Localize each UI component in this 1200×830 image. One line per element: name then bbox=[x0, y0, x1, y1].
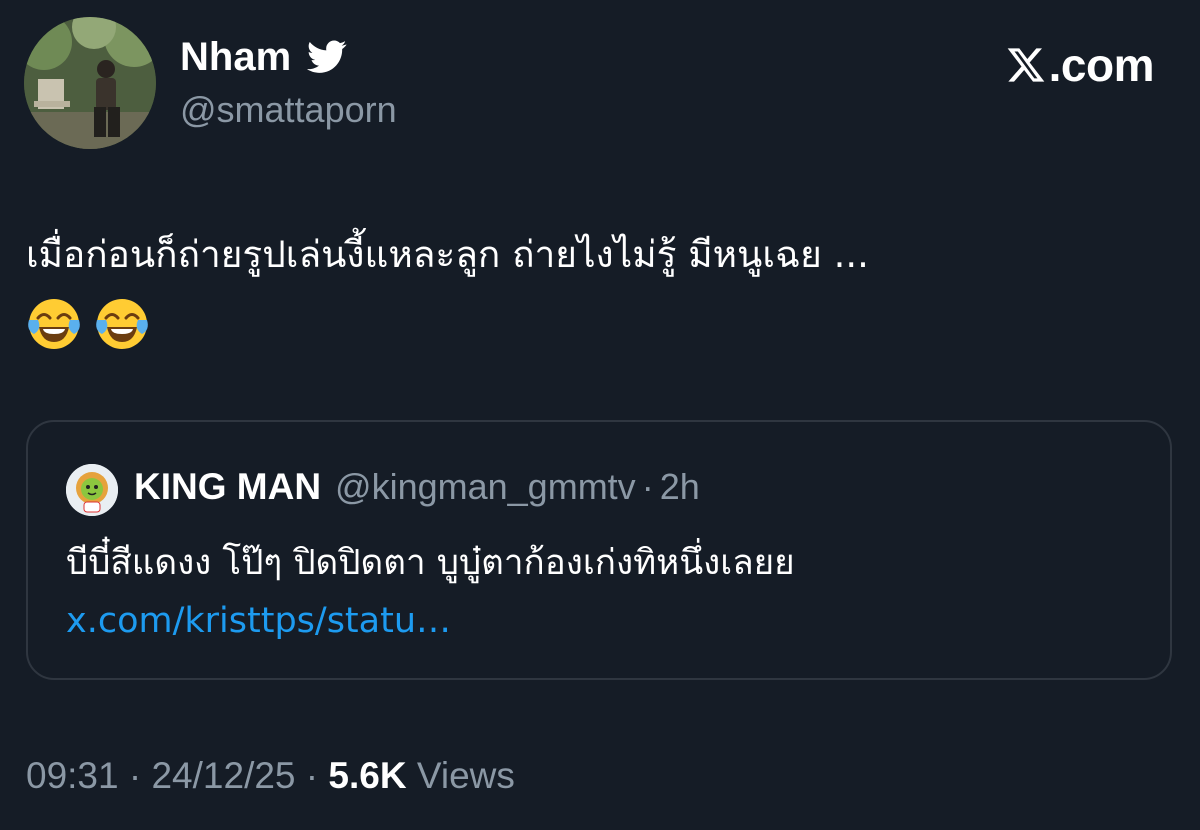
meta-separator: · bbox=[305, 755, 319, 796]
author-display-name[interactable]: Nham bbox=[180, 34, 291, 80]
views-label: Views bbox=[416, 755, 515, 796]
quoted-separator: · bbox=[641, 466, 654, 507]
tweet-body-text: เมื่อก่อนก็ถ่ายรูปเล่นงี้แหละลูก ถ่ายไงไ… bbox=[26, 233, 869, 276]
quoted-tweet-text: บีบี๋สีแดงง โป๊ๆ ปิดปิดตา บูบู๋ตาก้องเก่… bbox=[66, 534, 1146, 650]
twitter-bird-icon bbox=[307, 40, 347, 74]
quoted-tweet-card[interactable]: KING MAN @kingman_gmmtv · 2h บีบี๋สีแดงง… bbox=[26, 420, 1172, 680]
quoted-tweet-link[interactable]: x.com/kristtps/statu… bbox=[66, 601, 451, 641]
quoted-author-name[interactable]: KING MAN bbox=[134, 466, 321, 508]
quoted-author-avatar[interactable] bbox=[66, 464, 118, 516]
brand-label: .com bbox=[1048, 39, 1155, 91]
author-name-row: Nham bbox=[180, 34, 347, 80]
tweet-emoji-row bbox=[26, 296, 150, 352]
x-logo-icon bbox=[1005, 45, 1047, 85]
tweet-date[interactable]: 24/12/25 bbox=[151, 755, 295, 796]
tweet-metadata: 09:31 · 24/12/25 · 5.6K Views bbox=[26, 752, 515, 800]
quoted-tweet-body: บีบี๋สีแดงง โป๊ๆ ปิดปิดตา บูบู๋ตาก้องเก่… bbox=[66, 543, 795, 583]
face-with-tears-of-joy-icon bbox=[26, 296, 82, 352]
quoted-tweet-header: KING MAN @kingman_gmmtv · 2h bbox=[134, 466, 700, 514]
views-count: 5.6K bbox=[328, 755, 407, 796]
quoted-author-handle[interactable]: @kingman_gmmtv bbox=[335, 466, 636, 508]
author-handle[interactable]: @smattaporn bbox=[180, 88, 397, 132]
tweet-card: Nham @smattaporn .com เมื่อก่อนก็ถ่ายรูป… bbox=[0, 0, 1200, 830]
face-with-tears-of-joy-icon bbox=[94, 296, 150, 352]
author-avatar[interactable] bbox=[24, 17, 156, 149]
tweet-time[interactable]: 09:31 bbox=[26, 755, 119, 796]
meta-separator: · bbox=[128, 755, 142, 796]
quoted-timestamp[interactable]: 2h bbox=[660, 466, 700, 508]
brand-logo: .com bbox=[1005, 38, 1155, 92]
